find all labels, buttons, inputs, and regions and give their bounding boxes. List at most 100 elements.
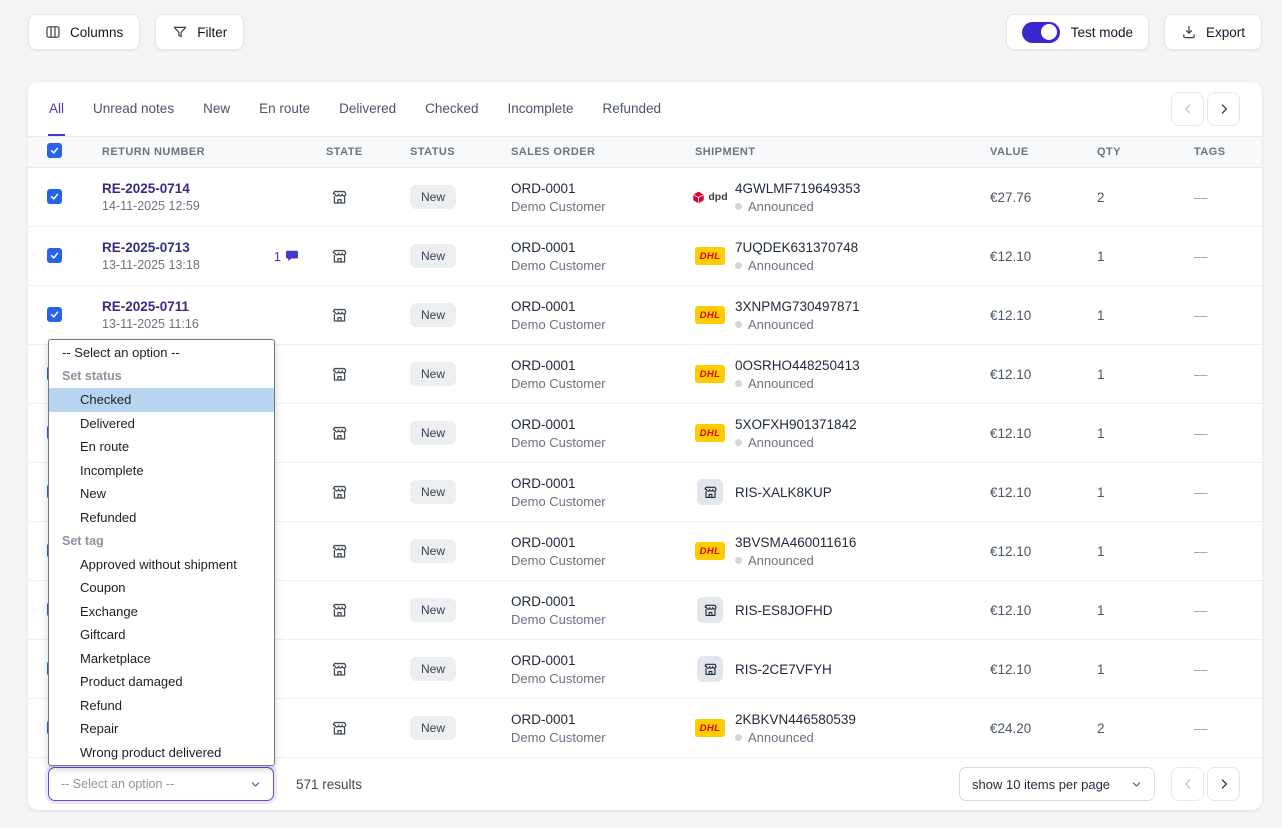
tab-delivered[interactable]: Delivered [338, 82, 397, 136]
dropdown-option[interactable]: Wrong product delivered [49, 741, 274, 765]
sales-order-number: ORD-0001 [511, 593, 576, 609]
prev-page-button[interactable] [1171, 92, 1204, 126]
status-badge: New [410, 421, 457, 445]
check-icon [50, 311, 59, 318]
page-size-select-value: show 10 items per page [972, 776, 1111, 792]
storefront-icon [332, 603, 347, 617]
row-checkbox[interactable] [47, 248, 62, 263]
state-cell [326, 189, 410, 206]
tab-en-route[interactable]: En route [258, 82, 311, 136]
shipment-status: Announced [735, 553, 856, 568]
test-mode-toggle[interactable] [1021, 21, 1060, 43]
qty-cell: 1 [1097, 661, 1105, 677]
return-date: 14-11-2025 12:59 [102, 199, 200, 213]
dropdown-option[interactable]: Exchange [49, 600, 274, 624]
status-badge: New [410, 539, 457, 563]
storefront-icon [332, 426, 347, 440]
tab-new[interactable]: New [202, 82, 231, 136]
sales-order-cell: ORD-0001 Demo Customer [511, 594, 695, 627]
dhl-logo: DHL [695, 719, 725, 737]
table-row: RE-2025-0711 13-11-2025 11:16 New ORD-000… [28, 286, 1262, 345]
value-cell: €12.10 [990, 366, 1032, 382]
return-number-link[interactable]: RE-2025-0714 [102, 181, 200, 196]
shipment-cell: DHL 2KBKVN446580539 Announced [695, 712, 990, 745]
tracking-number: 0OSRHO448250413 [735, 357, 860, 373]
columns-button[interactable]: Columns [28, 14, 141, 50]
dropdown-option[interactable]: Refund [49, 694, 274, 718]
customer-name: Demo Customer [511, 375, 606, 391]
state-cell [326, 425, 410, 442]
value-cell: €27.76 [990, 189, 1032, 205]
bulk-action-select-value: -- Select an option -- [61, 777, 175, 791]
tab-all[interactable]: All [48, 82, 66, 136]
return-cell: RE-2025-0714 14-11-2025 12:59 [102, 168, 326, 226]
col-return-number: RETURN NUMBER [102, 146, 206, 158]
tags-cell: — [1194, 307, 1208, 323]
bulk-action-select[interactable]: -- Select an option -- [48, 767, 274, 801]
shipment-cell: RIS-XALK8KUP [695, 479, 990, 505]
value-cell: €12.10 [990, 248, 1032, 264]
shipment-cell: dpd 4GWLMF719649353 Announced [693, 181, 990, 214]
qty-cell: 1 [1097, 425, 1105, 441]
col-shipment: SHIPMENT [695, 146, 756, 158]
columns-icon [46, 26, 60, 38]
qty-cell: 1 [1097, 248, 1105, 264]
comment-indicator[interactable]: 1 [274, 249, 299, 264]
tracking-number: RIS-ES8JOFHD [735, 602, 833, 618]
col-status: STATUS [410, 146, 456, 158]
prev-page-button[interactable] [1171, 767, 1204, 801]
qty-cell: 1 [1097, 366, 1105, 382]
return-number-link[interactable]: RE-2025-0711 [102, 299, 199, 314]
row-checkbox[interactable] [47, 307, 62, 322]
tab-unread-notes[interactable]: Unread notes [92, 82, 175, 136]
dropdown-option[interactable]: Approved without shipment [49, 553, 274, 577]
page-size-select[interactable]: show 10 items per page [959, 767, 1155, 801]
sales-order-cell: ORD-0001 Demo Customer [511, 476, 695, 509]
status-dot [735, 733, 742, 741]
sales-order-number: ORD-0001 [511, 711, 576, 727]
dropdown-option[interactable]: Checked [49, 388, 274, 412]
returns-page: Columns Filter Test mode Export All Unrea… [0, 0, 1282, 828]
status-badge: New [410, 244, 457, 268]
sales-order-number: ORD-0001 [511, 534, 576, 550]
return-cell: RE-2025-0711 13-11-2025 11:16 [102, 286, 326, 344]
return-date: 13-11-2025 11:16 [102, 317, 199, 331]
dropdown-option[interactable]: Coupon [49, 576, 274, 600]
qty-cell: 1 [1097, 602, 1105, 618]
dropdown-option[interactable]: New [49, 482, 274, 506]
value-cell: €12.10 [990, 307, 1032, 323]
next-page-button[interactable] [1207, 767, 1240, 801]
dropdown-group-label: Set tag [62, 533, 104, 548]
filter-button[interactable]: Filter [155, 14, 245, 50]
dropdown-option[interactable]: Marketplace [49, 647, 274, 671]
tab-checked[interactable]: Checked [424, 82, 479, 136]
tags-cell: — [1194, 720, 1208, 736]
dropdown-option[interactable]: Giftcard [49, 623, 274, 647]
dropdown-option[interactable]: Delivered [49, 412, 274, 436]
bulk-action-dropdown: -- Select an option -- Set status Checked D… [48, 339, 275, 766]
return-number-link[interactable]: RE-2025-0713 [102, 240, 200, 255]
export-button[interactable]: Export [1163, 14, 1262, 50]
tracking-number: 5XOFXH901371842 [735, 416, 857, 432]
store-icon [697, 479, 723, 505]
dropdown-option[interactable]: Incomplete [49, 459, 274, 483]
row-checkbox[interactable] [47, 189, 62, 204]
tab-incomplete[interactable]: Incomplete [506, 82, 574, 136]
dhl-logo: DHL [695, 306, 725, 324]
tags-cell: — [1194, 248, 1208, 264]
next-page-button[interactable] [1207, 92, 1240, 126]
status-dot [735, 202, 742, 210]
chevron-down-icon [1132, 781, 1141, 787]
dropdown-option[interactable]: Refunded [49, 506, 274, 530]
dropdown-option[interactable]: En route [49, 435, 274, 459]
filter-icon [174, 26, 187, 38]
col-sales-order: SALES ORDER [511, 146, 596, 158]
dropdown-placeholder-option[interactable]: -- Select an option -- [49, 341, 274, 365]
tab-refunded[interactable]: Refunded [602, 82, 663, 136]
dropdown-option[interactable]: Product damaged [49, 670, 274, 694]
sales-order-cell: ORD-0001 Demo Customer [511, 181, 695, 214]
dropdown-option[interactable]: Repair [49, 717, 274, 741]
customer-name: Demo Customer [511, 611, 606, 627]
select-all-checkbox[interactable] [47, 143, 62, 158]
state-cell [326, 661, 410, 678]
